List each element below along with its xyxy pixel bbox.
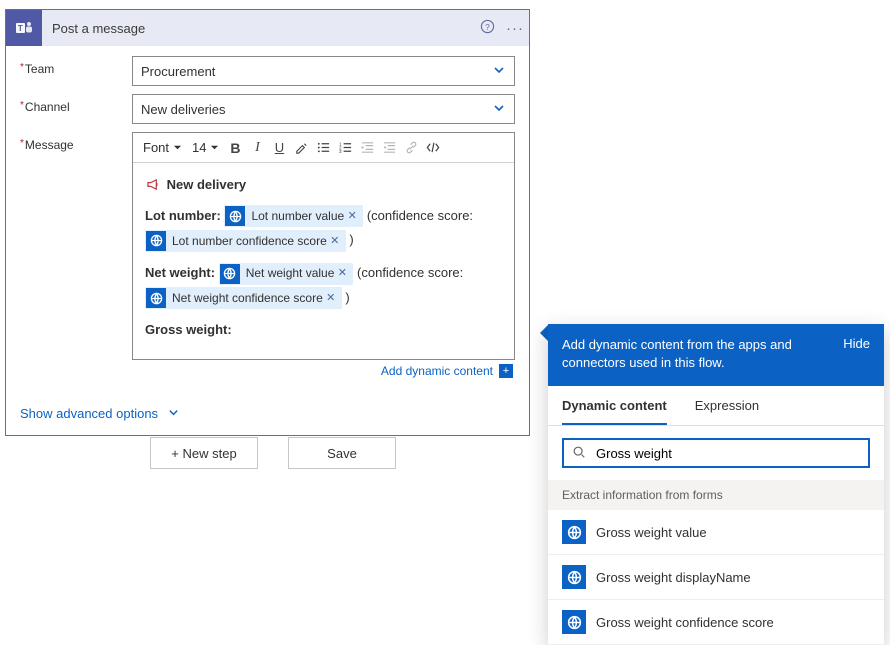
under-editor: Add dynamic content + — [132, 360, 515, 386]
chevron-down-icon — [492, 63, 506, 80]
link-button[interactable] — [401, 138, 421, 158]
bullet-list-button[interactable] — [313, 138, 333, 158]
popover-tabs: Dynamic content Expression — [548, 386, 884, 426]
aibuilder-icon — [146, 288, 166, 308]
pill-text: Lot number confidence score — [172, 230, 327, 253]
dc-item-label: Gross weight confidence score — [596, 615, 774, 630]
megaphone-icon — [145, 178, 161, 192]
channel-select[interactable]: New deliveries — [132, 94, 515, 124]
field-message: *Message Font 14 B I — [20, 132, 515, 386]
teams-icon: T — [6, 10, 42, 46]
svg-text:T: T — [18, 24, 23, 33]
action-card: T Post a message ? ··· *Team Procurement… — [5, 9, 530, 436]
pill-text: Lot number value — [251, 205, 344, 228]
popover-header: Add dynamic content from the apps and co… — [548, 324, 884, 386]
advanced-label: Show advanced options — [20, 406, 158, 421]
pill-remove[interactable]: ✕ — [334, 263, 350, 284]
message-label: *Message — [20, 132, 132, 152]
font-size-label: 14 — [192, 140, 206, 155]
popover-message: Add dynamic content from the apps and co… — [562, 336, 833, 372]
more-icon[interactable]: ··· — [501, 20, 529, 37]
outdent-button[interactable] — [357, 138, 377, 158]
font-picker[interactable]: Font — [139, 140, 186, 155]
pill-text: Net weight confidence score — [172, 287, 323, 310]
conf-open: (confidence score: — [367, 208, 473, 223]
dc-item[interactable]: Gross weight displayName — [548, 555, 884, 600]
underline-button[interactable]: U — [269, 138, 289, 158]
search-input[interactable] — [594, 445, 860, 462]
team-label: *Team — [20, 56, 132, 76]
aibuilder-icon — [220, 264, 240, 284]
search-icon — [572, 445, 586, 462]
pill-remove[interactable]: ✕ — [344, 206, 360, 227]
field-channel: *Channel New deliveries — [20, 94, 515, 124]
dc-item[interactable]: Gross weight confidence score — [548, 600, 884, 645]
lot-label: Lot number: — [145, 208, 221, 223]
svg-text:3: 3 — [339, 149, 342, 154]
pill-lot-conf[interactable]: Lot number confidence score ✕ — [145, 230, 346, 252]
pill-remove[interactable]: ✕ — [327, 231, 343, 252]
search-wrap — [548, 426, 884, 480]
show-advanced-options[interactable]: Show advanced options — [6, 400, 529, 435]
dc-item-label: Gross weight value — [596, 525, 707, 540]
editor-toolbar: Font 14 B I U 123 — [133, 133, 514, 163]
aibuilder-icon — [562, 520, 586, 544]
card-title: Post a message — [42, 21, 473, 36]
team-value: Procurement — [141, 64, 492, 79]
new-step-button[interactable]: + New step — [150, 437, 258, 469]
chevron-down-icon — [492, 101, 506, 118]
chevron-down-icon — [168, 406, 179, 421]
pill-net-conf[interactable]: Net weight confidence score ✕ — [145, 287, 342, 309]
aibuilder-icon — [562, 565, 586, 589]
tab-expression[interactable]: Expression — [695, 386, 759, 425]
indent-button[interactable] — [379, 138, 399, 158]
dc-item-label: Gross weight displayName — [596, 570, 751, 585]
code-view-button[interactable] — [423, 138, 443, 158]
bold-button[interactable]: B — [225, 138, 245, 158]
aibuilder-icon — [146, 231, 166, 251]
field-team: *Team Procurement — [20, 56, 515, 86]
rich-text-editor: Font 14 B I U 123 — [132, 132, 515, 360]
add-dynamic-content-link[interactable]: Add dynamic content — [381, 364, 493, 378]
italic-button[interactable]: I — [247, 138, 267, 158]
number-list-button[interactable]: 123 — [335, 138, 355, 158]
team-select[interactable]: Procurement — [132, 56, 515, 86]
channel-value: New deliveries — [141, 102, 492, 117]
caret-down-icon — [173, 143, 182, 152]
net-label: Net weight: — [145, 265, 215, 280]
message-heading: New delivery — [167, 177, 247, 192]
plus-icon[interactable]: + — [499, 364, 513, 378]
group-header: Extract information from forms — [548, 480, 884, 510]
svg-text:?: ? — [485, 21, 490, 31]
pill-lot-value[interactable]: Lot number value ✕ — [224, 205, 363, 227]
dynamic-content-popover: Add dynamic content from the apps and co… — [548, 324, 884, 645]
bottom-bar: + New step Save — [150, 437, 396, 469]
tab-dynamic-content[interactable]: Dynamic content — [562, 386, 667, 425]
font-size-picker[interactable]: 14 — [188, 140, 223, 155]
aibuilder-icon — [562, 610, 586, 634]
conf-open: (confidence score: — [357, 265, 463, 280]
search-input-wrap[interactable] — [562, 438, 870, 468]
help-icon[interactable]: ? — [473, 19, 501, 38]
font-label: Font — [143, 140, 169, 155]
gross-label: Gross weight: — [145, 322, 232, 337]
pill-net-value[interactable]: Net weight value ✕ — [219, 263, 354, 285]
card-header: T Post a message ? ··· — [6, 10, 529, 46]
aibuilder-icon — [225, 206, 245, 226]
pill-text: Net weight value — [246, 262, 335, 285]
save-button[interactable]: Save — [288, 437, 396, 469]
conf-close: ) — [345, 290, 349, 305]
channel-label: *Channel — [20, 94, 132, 114]
conf-close: ) — [349, 232, 353, 247]
hide-button[interactable]: Hide — [833, 336, 870, 372]
editor-content[interactable]: New delivery Lot number: Lot number valu… — [133, 163, 514, 359]
pill-remove[interactable]: ✕ — [323, 288, 339, 309]
caret-down-icon — [210, 143, 219, 152]
highlight-button[interactable] — [291, 138, 311, 158]
card-body: *Team Procurement *Channel New deliverie… — [6, 46, 529, 400]
dc-item[interactable]: Gross weight value — [548, 510, 884, 555]
